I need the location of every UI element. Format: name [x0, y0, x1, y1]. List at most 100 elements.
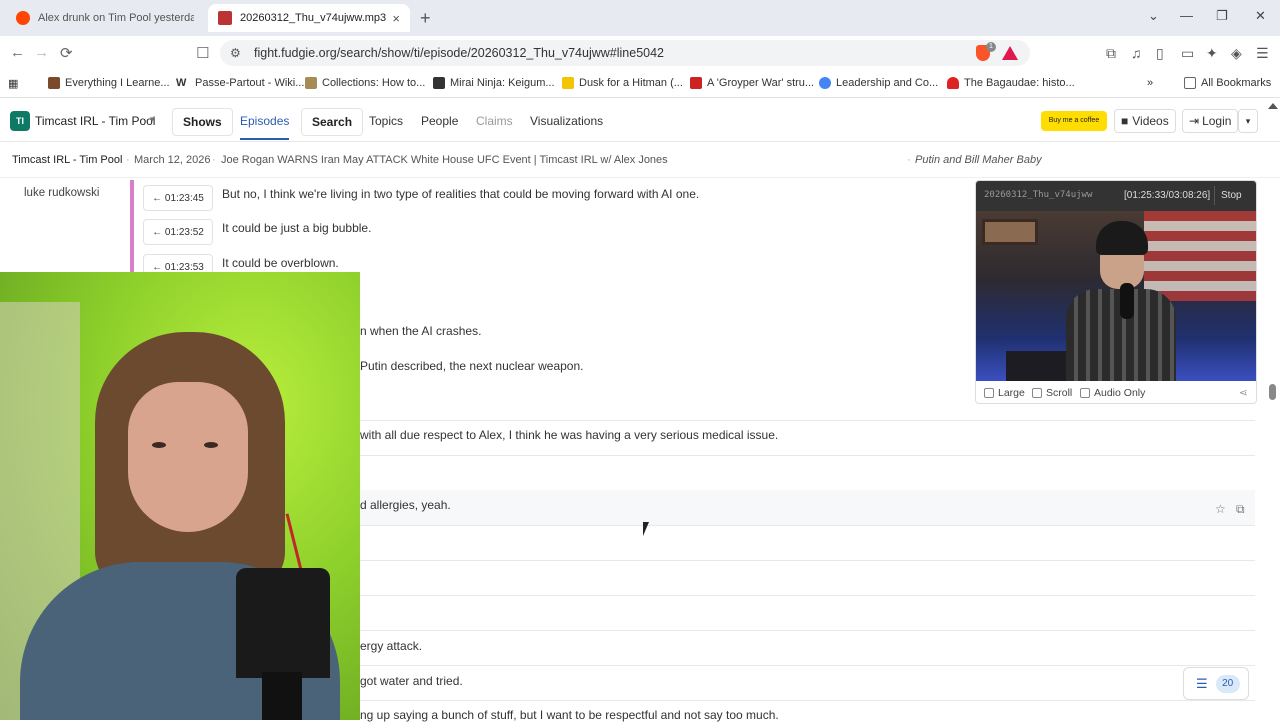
toc-count-badge: 20 — [1215, 674, 1240, 693]
wikipedia-icon: W — [176, 77, 190, 89]
transcript-line: Putin described, the next nuclear weapon… — [360, 359, 584, 373]
login-label: Login — [1202, 114, 1232, 128]
nav-shows[interactable]: Shows — [172, 108, 233, 136]
speaker-name[interactable]: luke rudkowski — [24, 187, 99, 199]
bookmark-item[interactable]: W Passe-Partout - Wiki... — [176, 77, 304, 89]
wall-plaque — [982, 219, 1038, 245]
streamer-eye — [204, 442, 218, 448]
breadcrumb-show[interactable]: Timcast IRL - Tim Pool — [12, 154, 122, 166]
bookmark-favicon-icon — [947, 77, 959, 89]
nav-topics[interactable]: Topics — [369, 114, 403, 128]
tab-reddit[interactable]: Alex drunk on Tim Pool yesterday : r/ — [6, 4, 204, 32]
wallet-icon[interactable]: ▭ — [1181, 45, 1194, 62]
media-player: 20260312_Thu_v74ujww [01:25:33/03:08:26]… — [975, 180, 1257, 404]
related-episode-link[interactable]: Putin and Bill Maher Baby — [915, 154, 1042, 166]
transcript-line: But no, I think we're living in two type… — [222, 187, 700, 201]
audio-only-option[interactable]: Audio Only — [1080, 387, 1145, 399]
videos-button[interactable]: ■ Videos — [1114, 109, 1176, 133]
timestamp-button[interactable]: ← 01:23:52 — [143, 219, 213, 245]
nav-episodes[interactable]: Episodes — [240, 114, 290, 140]
extensions-icon[interactable]: ⧉ — [1106, 45, 1116, 62]
site-nav: TI Timcast IRL - Tim Pool ▾ Shows Episod… — [0, 100, 1280, 142]
highlighted-transcript-row[interactable] — [360, 490, 1255, 525]
chevron-down-icon: ▾ — [1245, 115, 1251, 126]
scroll-up-arrow-icon[interactable] — [1268, 103, 1278, 109]
bookmark-page-icon[interactable]: ☐ — [196, 44, 209, 62]
all-bookmarks[interactable]: All Bookmarks — [1184, 77, 1271, 89]
reload-button[interactable]: ⟳ — [60, 44, 73, 62]
transcript-line: ergy attack. — [360, 639, 423, 653]
breadcrumb-separator: · — [126, 154, 130, 166]
site-info-icon[interactable]: ⚙ — [230, 46, 241, 60]
timestamp-button[interactable]: ← 01:23:45 — [143, 185, 213, 211]
breadcrumb-separator: · — [907, 154, 911, 166]
menu-icon[interactable]: ☰ — [1256, 45, 1269, 62]
bookmark-favicon-icon — [305, 77, 317, 89]
browser-toolbar: ← → ⟳ ☐ ⚙ fight.fudgie.org/search/show/t… — [0, 36, 1280, 70]
row-divider — [360, 420, 1255, 421]
bookmarks-bar: ▦ Everything I Learne... W Passe-Partout … — [0, 70, 1280, 98]
large-option[interactable]: Large — [984, 387, 1025, 399]
bookmark-favicon-icon — [562, 77, 574, 89]
player-header: 20260312_Thu_v74ujww [01:25:33/03:08:26]… — [976, 181, 1256, 211]
login-dropdown[interactable]: ▾ — [1238, 109, 1258, 133]
episode-title: Joe Rogan WARNS Iran May ATTACK White Ho… — [221, 154, 668, 166]
apps-icon[interactable]: ▦ — [8, 77, 18, 90]
forward-button[interactable]: → — [34, 44, 49, 61]
checkbox-icon — [1032, 388, 1042, 398]
stop-button[interactable]: Stop — [1214, 186, 1248, 205]
bookmark-item[interactable]: Mirai Ninja: Keigum... — [433, 77, 555, 89]
leo-ai-icon[interactable]: ✦ — [1206, 45, 1218, 62]
tab-search-icon[interactable]: ⌄ — [1148, 8, 1159, 24]
nav-claims[interactable]: Claims — [476, 114, 513, 128]
row-divider — [360, 630, 1255, 631]
browser-tab-bar: Alex drunk on Tim Pool yesterday : r/ 20… — [0, 0, 1280, 36]
close-window-button[interactable]: ✕ — [1255, 8, 1266, 24]
share-icon[interactable]: ⋖ — [1239, 387, 1248, 399]
back-button[interactable]: ← — [10, 44, 25, 61]
media-icon[interactable]: ♫ — [1131, 45, 1142, 61]
site-logo[interactable]: TI — [10, 111, 30, 131]
scroll-option[interactable]: Scroll — [1032, 387, 1072, 399]
close-tab-icon[interactable]: × — [392, 11, 400, 26]
copy-icon[interactable]: ⧉ — [1236, 502, 1245, 517]
nav-search[interactable]: Search — [301, 108, 364, 136]
bookmark-item[interactable]: Everything I Learne... — [48, 77, 170, 89]
bookmark-item[interactable]: A 'Groyper War' stru... — [690, 77, 814, 89]
bookmark-item[interactable]: Collections: How to... — [305, 77, 425, 89]
url-text: fight.fudgie.org/search/show/ti/episode/… — [254, 46, 665, 60]
chevron-down-icon[interactable]: ▾ — [150, 114, 155, 125]
nav-people[interactable]: People — [421, 114, 458, 128]
brave-rewards-icon[interactable] — [1002, 46, 1018, 60]
transcript-line: n when the AI crashes. — [360, 324, 482, 338]
bookmark-item[interactable]: Dusk for a Hitman (... — [562, 77, 683, 89]
row-divider — [360, 525, 1255, 526]
restore-button[interactable]: ❐ — [1216, 8, 1228, 24]
star-icon[interactable]: ☆ — [1215, 502, 1226, 516]
minimize-button[interactable]: — — [1180, 8, 1193, 23]
nav-visualizations[interactable]: Visualizations — [530, 114, 603, 128]
bookmark-item[interactable]: The Bagaudae: histo... — [947, 77, 1075, 89]
buy-me-a-coffee-button[interactable]: Buy me a coffee — [1041, 111, 1107, 131]
mouse-cursor-icon — [643, 522, 655, 536]
table-of-contents-button[interactable]: ☰ 20 — [1183, 667, 1249, 700]
more-bookmarks-icon[interactable]: » — [1147, 77, 1153, 89]
scrollbar-thumb[interactable] — [1269, 384, 1276, 400]
scroll-label: Scroll — [1046, 387, 1073, 399]
login-icon: ⇥ — [1189, 114, 1200, 128]
microphone-stand — [262, 672, 302, 720]
row-divider — [360, 700, 1255, 701]
bookmark-item[interactable]: Leadership and Co... — [819, 77, 938, 89]
video-frame[interactable] — [976, 211, 1256, 381]
new-tab-button[interactable]: + — [420, 8, 431, 29]
address-bar[interactable]: ⚙ fight.fudgie.org/search/show/ti/episod… — [220, 40, 1030, 66]
login-button[interactable]: ⇥ Login — [1182, 109, 1238, 133]
row-divider — [360, 595, 1255, 596]
vpn-icon[interactable]: ◈ — [1231, 45, 1242, 62]
tab-fudgie-episode[interactable]: 20260312_Thu_v74ujww.mp3 × — [208, 4, 410, 32]
breadcrumb-date: March 12, 2026 — [134, 154, 211, 166]
google-icon — [819, 77, 831, 89]
sidebar-icon[interactable]: ▯ — [1156, 45, 1164, 62]
show-selector[interactable]: Timcast IRL - Tim Pool — [35, 114, 155, 128]
episode-breadcrumb: Timcast IRL - Tim Pool · March 12, 2026 … — [0, 142, 1280, 178]
